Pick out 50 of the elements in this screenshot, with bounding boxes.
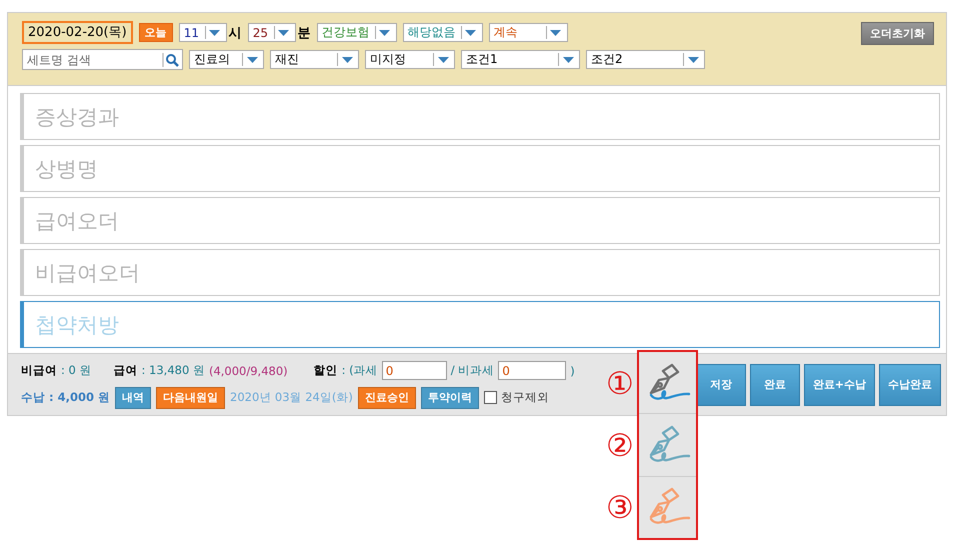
dropdown[interactable]: 건강보험 [316, 23, 397, 42]
dropdown-arrow-icon[interactable] [433, 53, 452, 66]
dropdown[interactable]: 해당없음 [402, 23, 483, 42]
input-field[interactable]: 0 [498, 361, 566, 380]
action-button[interactable]: 투약이력 [420, 386, 479, 408]
circled-number: ② [606, 431, 634, 462]
dropdown[interactable]: 25 [248, 23, 296, 42]
today-button[interactable]: 오늘 [138, 23, 173, 42]
dropdown-arrow-icon[interactable] [242, 53, 261, 66]
label: / 비과세 [450, 363, 494, 378]
label: 비급여 [21, 363, 57, 378]
amount: : 13,480 원 [142, 363, 205, 378]
input-field[interactable]: 0 [382, 361, 447, 380]
label: ) [570, 364, 575, 378]
amount: : 0 원 [61, 363, 92, 378]
dropdown[interactable]: 11 [178, 23, 227, 42]
action-button[interactable]: 수납완료 [879, 364, 941, 406]
amount-breakdown: (4,000/9,480) [208, 364, 288, 378]
payment-amount: 수납 : 4,000 원 [21, 390, 110, 405]
dropdown[interactable]: 재진 [270, 50, 359, 69]
label: 급여 [114, 363, 138, 378]
dropdown[interactable]: 미지정 [365, 50, 455, 69]
section-tab[interactable]: 비급여오더 [20, 249, 940, 296]
unit-label: 분 [298, 24, 311, 42]
section-tab[interactable]: 증상경과 [20, 93, 940, 140]
checkbox[interactable] [484, 391, 497, 404]
dropdown[interactable]: 조건2 [586, 50, 705, 69]
section-tab[interactable]: 상병명 [20, 145, 940, 192]
action-button[interactable]: 다음내원일 [156, 386, 225, 408]
date-field[interactable]: 2020-02-20(목) [22, 21, 133, 44]
unit-label: 시 [228, 24, 242, 42]
dropdown-arrow-icon[interactable] [558, 53, 577, 66]
action-button[interactable]: 저장 [696, 364, 746, 406]
label: 할인 [314, 363, 338, 378]
dropdown[interactable]: 계속 [488, 23, 568, 42]
action-button[interactable]: 내역 [115, 386, 151, 408]
date-text: 2020년 03월 24일(화) [230, 390, 353, 405]
dropdown[interactable]: 조건1 [461, 50, 580, 69]
dropdown-arrow-icon[interactable] [337, 53, 356, 66]
action-button[interactable]: 진료승인 [358, 386, 416, 408]
action-button[interactable]: 완료+수납 [804, 364, 875, 406]
dropdown-arrow-icon[interactable] [683, 53, 702, 66]
dropdown[interactable]: 진료의 [189, 50, 264, 69]
label: : (과세 [342, 363, 378, 378]
action-button[interactable]: 완료 [750, 364, 800, 406]
reset-order-button[interactable]: 오더초기화 [861, 22, 934, 45]
section-tab[interactable]: 급여오더 [20, 197, 940, 244]
circled-number: ① [606, 369, 634, 400]
checkbox-label: 청구제외 [500, 390, 549, 405]
circled-number: ③ [606, 493, 634, 524]
